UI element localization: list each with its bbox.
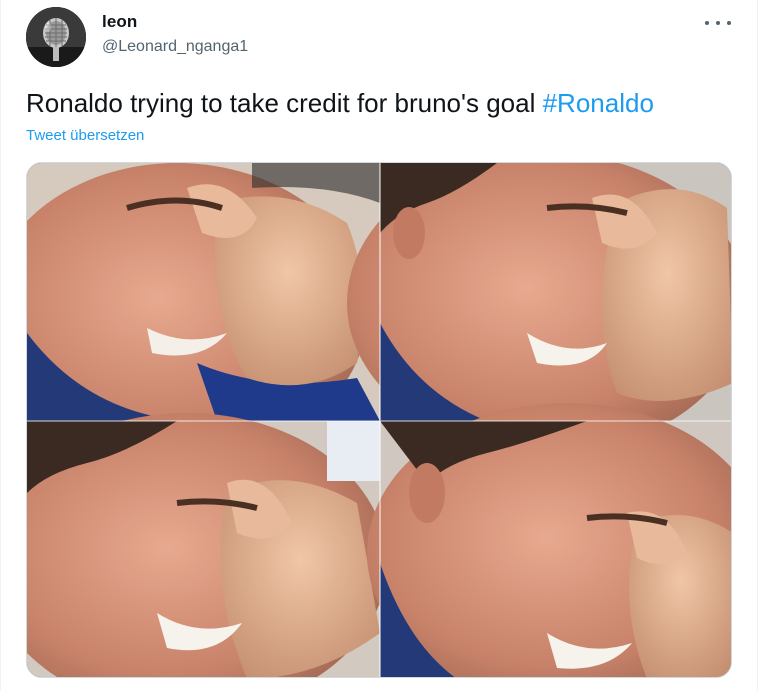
- panel-bottom-right: [367, 403, 731, 677]
- dot: [716, 21, 720, 25]
- meme-photo-grid: [27, 163, 731, 677]
- author-handle[interactable]: @Leonard_nganga1: [102, 38, 248, 56]
- tweet-text: Ronaldo trying to take credit for bruno'…: [26, 86, 654, 120]
- avatar[interactable]: [26, 7, 86, 67]
- microphone-icon: [26, 7, 86, 67]
- panel-bottom-left: [27, 413, 387, 677]
- translate-link[interactable]: Tweet übersetzen: [26, 127, 144, 144]
- author-name[interactable]: leon: [102, 12, 137, 32]
- tweet-body: Ronaldo trying to take credit for bruno'…: [26, 88, 543, 118]
- tweet-image[interactable]: [26, 162, 732, 678]
- tweet-card[interactable]: leon @Leonard_nganga1 Ronaldo trying to …: [0, 0, 758, 691]
- dot: [705, 21, 709, 25]
- dot: [727, 21, 731, 25]
- more-options-icon[interactable]: [705, 14, 731, 32]
- hashtag-link[interactable]: #Ronaldo: [543, 88, 654, 118]
